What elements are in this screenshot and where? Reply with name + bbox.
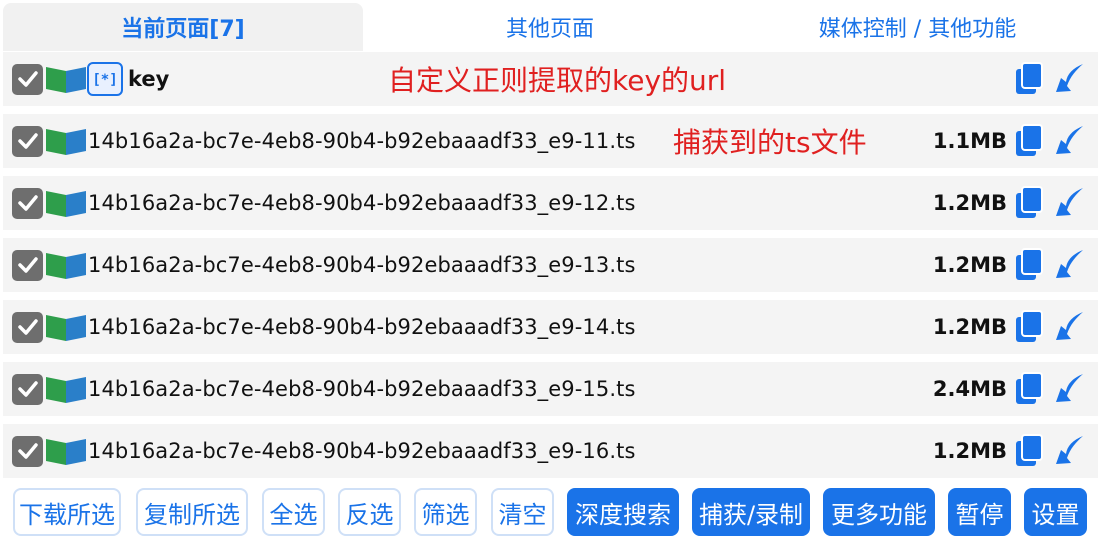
checkbox-checked-icon[interactable] bbox=[12, 187, 43, 219]
ts-file-type-icon bbox=[46, 129, 86, 155]
checkbox-checked-icon[interactable] bbox=[12, 373, 43, 405]
file-name[interactable]: 14b16a2a-bc7e-4eb8-90b4-b92ebaaadf33_e9-… bbox=[88, 191, 636, 215]
file-size: 1.2MB bbox=[932, 191, 1007, 215]
copy-icon[interactable] bbox=[1014, 62, 1044, 96]
download-arrow-icon[interactable] bbox=[1053, 310, 1087, 344]
file-name[interactable]: 14b16a2a-bc7e-4eb8-90b4-b92ebaaadf33_e9-… bbox=[88, 315, 636, 339]
copy-icon[interactable] bbox=[1014, 434, 1044, 468]
download-arrow-icon[interactable] bbox=[1053, 372, 1087, 406]
key-annotation: 自定义正则提取的key的url bbox=[388, 64, 727, 97]
copy-icon[interactable] bbox=[1014, 124, 1044, 158]
file-name[interactable]: 14b16a2a-bc7e-4eb8-90b4-b92ebaaadf33_e9-… bbox=[88, 129, 636, 153]
download-selected-button[interactable]: 下载所选 bbox=[13, 488, 121, 536]
list-item[interactable]: 14b16a2a-bc7e-4eb8-90b4-b92ebaaadf33_e9-… bbox=[3, 176, 1098, 230]
more-features-button[interactable]: 更多功能 bbox=[823, 488, 935, 536]
pause-button[interactable]: 暂停 bbox=[948, 488, 1011, 536]
download-arrow-icon[interactable] bbox=[1053, 62, 1087, 96]
action-bar: 下载所选 复制所选 全选 反选 筛选 清空 深度搜索 捕获/录制 更多功能 暂停… bbox=[0, 485, 1100, 540]
list-item[interactable]: 14b16a2a-bc7e-4eb8-90b4-b92ebaaadf33_e9-… bbox=[3, 114, 1098, 168]
ts-file-type-icon bbox=[46, 253, 86, 279]
ts-file-type-icon bbox=[46, 191, 86, 217]
file-size: 1.2MB bbox=[932, 315, 1007, 339]
tab-media-control[interactable]: 媒体控制 / 其他功能 bbox=[735, 3, 1100, 51]
copy-icon[interactable] bbox=[1014, 310, 1044, 344]
ts-file-type-icon bbox=[46, 315, 86, 341]
checkbox-checked-icon[interactable] bbox=[12, 435, 43, 467]
checkbox-checked-icon[interactable] bbox=[12, 249, 43, 281]
copy-icon[interactable] bbox=[1014, 186, 1044, 220]
copy-selected-button[interactable]: 复制所选 bbox=[136, 488, 248, 536]
select-all-button[interactable]: 全选 bbox=[262, 488, 325, 536]
file-type-icon bbox=[46, 67, 86, 93]
file-size: 1.2MB bbox=[932, 439, 1007, 463]
copy-icon[interactable] bbox=[1014, 372, 1044, 406]
list-item[interactable]: 14b16a2a-bc7e-4eb8-90b4-b92ebaaadf33_e9-… bbox=[3, 238, 1098, 292]
file-name[interactable]: 14b16a2a-bc7e-4eb8-90b4-b92ebaaadf33_e9-… bbox=[88, 253, 636, 277]
download-arrow-icon[interactable] bbox=[1053, 434, 1087, 468]
svg-text:[*]: [*] bbox=[92, 72, 117, 88]
deep-search-button[interactable]: 深度搜索 bbox=[567, 488, 679, 536]
checkbox-checked-icon[interactable] bbox=[12, 311, 43, 343]
copy-icon[interactable] bbox=[1014, 248, 1044, 282]
file-name[interactable]: 14b16a2a-bc7e-4eb8-90b4-b92ebaaadf33_e9-… bbox=[88, 439, 636, 463]
invert-selection-button[interactable]: 反选 bbox=[338, 488, 401, 536]
key-name: key bbox=[128, 67, 170, 91]
regex-key-icon: [*] bbox=[87, 62, 123, 96]
settings-button[interactable]: 设置 bbox=[1024, 488, 1087, 536]
ts-annotation: 捕获到的ts文件 bbox=[673, 126, 867, 159]
download-arrow-icon[interactable] bbox=[1053, 124, 1087, 158]
list-item-key[interactable]: [*] key 自定义正则提取的key的url bbox=[3, 52, 1098, 106]
ts-file-type-icon bbox=[46, 439, 86, 465]
list-item[interactable]: 14b16a2a-bc7e-4eb8-90b4-b92ebaaadf33_e9-… bbox=[3, 300, 1098, 354]
download-arrow-icon[interactable] bbox=[1053, 186, 1087, 220]
tab-bar: 当前页面[7] 其他页面 媒体控制 / 其他功能 bbox=[0, 0, 1100, 52]
list-item[interactable]: 14b16a2a-bc7e-4eb8-90b4-b92ebaaadf33_e9-… bbox=[3, 362, 1098, 416]
ts-file-type-icon bbox=[46, 377, 86, 403]
capture-record-button[interactable]: 捕获/录制 bbox=[692, 488, 810, 536]
file-size: 2.4MB bbox=[932, 377, 1007, 401]
checkbox-checked-icon[interactable] bbox=[12, 125, 43, 157]
file-name[interactable]: 14b16a2a-bc7e-4eb8-90b4-b92ebaaadf33_e9-… bbox=[88, 377, 636, 401]
checkbox-checked-icon[interactable] bbox=[12, 63, 43, 95]
tab-current-page[interactable]: 当前页面[7] bbox=[3, 3, 363, 51]
file-size: 1.2MB bbox=[932, 253, 1007, 277]
list-item[interactable]: 14b16a2a-bc7e-4eb8-90b4-b92ebaaadf33_e9-… bbox=[3, 424, 1098, 478]
clear-button[interactable]: 清空 bbox=[491, 488, 554, 536]
tab-other-pages[interactable]: 其他页面 bbox=[370, 3, 730, 51]
file-size: 1.1MB bbox=[932, 129, 1007, 153]
filter-button[interactable]: 筛选 bbox=[414, 488, 477, 536]
download-arrow-icon[interactable] bbox=[1053, 248, 1087, 282]
